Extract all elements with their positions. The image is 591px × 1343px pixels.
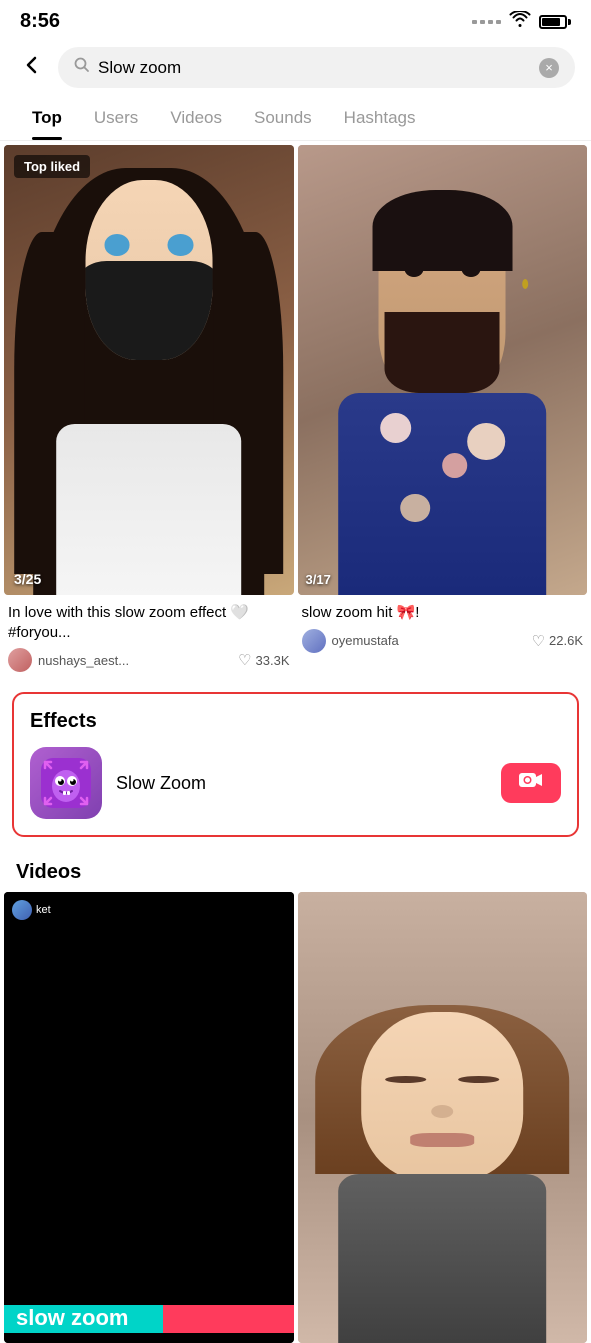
effects-section: Effects: [12, 692, 579, 837]
video-title-1: In love with this slow zoom effect 🤍 #fo…: [8, 603, 290, 642]
close-icon: ×: [545, 60, 553, 75]
avatar-2: [302, 629, 326, 653]
video-meta-2: oyemustafa ♡ 22.6K: [302, 629, 584, 653]
video-thumbnail-2: 3/17: [298, 145, 588, 595]
tab-hashtags[interactable]: Hashtags: [328, 96, 432, 140]
videos-section-title: Videos: [0, 849, 591, 892]
status-time: 8:56: [20, 10, 60, 33]
status-bar: 8:56: [0, 0, 591, 39]
video-card-2[interactable]: 3/17 slow zoom hit 🎀! oyemustafa ♡ 22.6K: [298, 145, 588, 676]
video-thumbnail-1: Top liked 3/25: [4, 145, 294, 595]
signal-dots-icon: [472, 20, 501, 24]
search-input-wrap[interactable]: Slow zoom ×: [58, 47, 575, 88]
video-info-1: In love with this slow zoom effect 🤍 #fo…: [4, 595, 294, 676]
wifi-icon: [509, 11, 531, 32]
tab-sounds[interactable]: Sounds: [238, 96, 328, 140]
video-counter-1: 3/25: [14, 571, 41, 587]
search-bar: Slow zoom ×: [0, 39, 591, 96]
search-icon: [74, 57, 90, 78]
heart-icon-1: ♡: [238, 651, 251, 669]
search-query: Slow zoom: [98, 58, 539, 78]
back-button[interactable]: [16, 49, 48, 87]
effect-name: Slow Zoom: [116, 773, 487, 794]
tab-videos[interactable]: Videos: [154, 96, 238, 140]
tab-top[interactable]: Top: [16, 96, 78, 140]
effect-record-button[interactable]: [501, 763, 561, 803]
author-name-1: nushays_aest...: [38, 653, 129, 668]
bottom-video-1-avatar: [12, 900, 32, 920]
tab-users[interactable]: Users: [78, 96, 154, 140]
battery-icon: [539, 15, 571, 29]
tabs-bar: Top Users Videos Sounds Hashtags: [0, 96, 591, 141]
camera-icon: [519, 770, 543, 796]
like-number-1: 33.3K: [256, 653, 290, 668]
like-count-2: ♡ 22.6K: [532, 632, 583, 650]
status-icons: [472, 11, 571, 32]
video-title-2: slow zoom hit 🎀!: [302, 603, 584, 623]
heart-icon-2: ♡: [532, 632, 545, 650]
avatar-1: [8, 648, 32, 672]
pink-bar: [163, 1305, 293, 1333]
bottom-video-2[interactable]: [298, 892, 588, 1342]
top-liked-badge: Top liked: [14, 155, 90, 178]
video-meta-1: nushays_aest... ♡ 33.3K: [8, 648, 290, 672]
video-author-2: oyemustafa: [302, 629, 399, 653]
like-count-1: ♡ 33.3K: [238, 651, 289, 669]
slow-zoom-overlay-text: slow zoom: [16, 1305, 128, 1331]
effect-icon: [30, 747, 102, 819]
bottom-videos-grid: ket slow zoom: [0, 892, 591, 1342]
slow-zoom-effect-icon: [41, 758, 91, 808]
effect-item: Slow Zoom: [30, 747, 561, 819]
bottom-video-1-username: ket: [36, 904, 51, 916]
top-videos-grid: Top liked 3/25 In love with this slow zo…: [0, 141, 591, 680]
bottom-video-1[interactable]: ket slow zoom: [4, 892, 294, 1342]
bottom-video-1-author: ket: [12, 900, 51, 920]
effects-title: Effects: [30, 710, 561, 733]
like-number-2: 22.6K: [549, 633, 583, 648]
video-info-2: slow zoom hit 🎀! oyemustafa ♡ 22.6K: [298, 595, 588, 657]
video-card-1[interactable]: Top liked 3/25 In love with this slow zo…: [4, 145, 294, 676]
video-author-1: nushays_aest...: [8, 648, 129, 672]
video-counter-2: 3/17: [306, 572, 331, 587]
clear-search-button[interactable]: ×: [539, 58, 559, 78]
author-name-2: oyemustafa: [332, 633, 399, 648]
